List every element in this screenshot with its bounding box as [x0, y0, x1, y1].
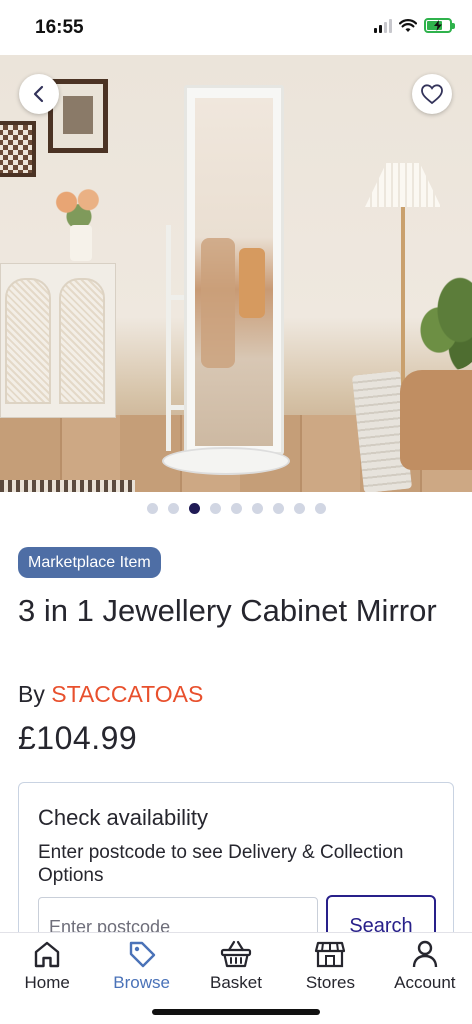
nav-home[interactable]: Home	[0, 933, 94, 997]
home-icon	[35, 941, 60, 968]
seller-link[interactable]: STACCATOAS	[51, 681, 203, 707]
carousel-dot[interactable]	[314, 503, 326, 514]
nav-stores[interactable]: Stores	[283, 933, 377, 997]
chevron-left-icon	[33, 85, 44, 103]
carousel-dot[interactable]	[293, 503, 305, 514]
status-time: 16:55	[35, 17, 84, 38]
availability-title: Check availability	[38, 805, 208, 830]
carousel-dot[interactable]	[209, 503, 221, 514]
carousel-dot[interactable]	[167, 503, 179, 514]
floor-lamp-shade	[365, 163, 441, 207]
account-icon	[412, 940, 438, 968]
jewellery-mirror	[158, 85, 298, 477]
mirror-base	[162, 447, 290, 475]
nav-home-label: Home	[24, 973, 70, 992]
nav-account-label: Account	[394, 973, 456, 992]
carousel-dot[interactable]	[251, 503, 263, 514]
flowers	[48, 183, 110, 231]
seller-prefix: By	[18, 681, 45, 707]
heart-outline-icon	[421, 84, 443, 105]
status-bar: 16:55	[0, 0, 472, 55]
wall-picture-checkerboard	[0, 121, 36, 177]
basket-icon	[220, 940, 252, 968]
mirror-frame	[184, 85, 284, 455]
armchair	[400, 370, 472, 470]
product-image[interactable]	[0, 55, 472, 492]
bottom-nav: Home Browse Basket Stores Account	[0, 932, 472, 1024]
nav-stores-label: Stores	[305, 973, 355, 992]
nav-browse[interactable]: Browse	[94, 933, 188, 997]
rug	[0, 480, 135, 492]
home-indicator	[152, 1009, 320, 1015]
carousel-dot[interactable]	[272, 503, 284, 514]
nav-browse-label: Browse	[113, 973, 170, 992]
battery-charging-icon	[424, 18, 455, 33]
mirror-glass	[195, 98, 273, 446]
seller-line: By STACCATOAS	[18, 681, 203, 708]
store-icon	[315, 941, 346, 968]
signal-icon	[374, 18, 392, 33]
back-button[interactable]	[19, 74, 59, 114]
nav-basket-label: Basket	[210, 973, 262, 992]
carousel-dot[interactable]	[230, 503, 242, 514]
wifi-icon	[399, 18, 417, 32]
product-title: 3 in 1 Jewellery Cabinet Mirror	[18, 593, 437, 628]
status-icons	[374, 18, 455, 33]
favourite-button[interactable]	[412, 74, 452, 114]
carousel-dots[interactable]	[0, 503, 472, 514]
nav-account[interactable]: Account	[378, 933, 472, 997]
nav-basket[interactable]: Basket	[189, 933, 283, 997]
plant	[418, 270, 472, 370]
product-price: £104.99	[18, 720, 138, 756]
vase	[70, 225, 92, 261]
carousel-dot[interactable]	[188, 503, 200, 514]
carousel-dot[interactable]	[146, 503, 158, 514]
sideboard	[0, 263, 116, 418]
availability-description: Enter postcode to see Delivery & Collect…	[38, 842, 404, 886]
tag-icon	[129, 941, 155, 968]
marketplace-badge: Marketplace Item	[18, 547, 161, 578]
